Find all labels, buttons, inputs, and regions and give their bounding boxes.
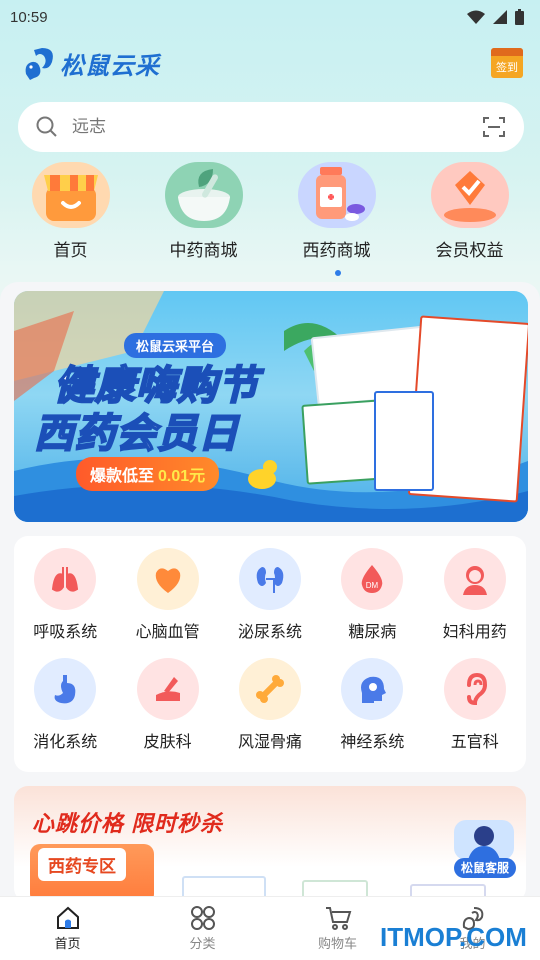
- system-dermatology[interactable]: 皮肤科: [116, 658, 218, 768]
- scan-icon[interactable]: [482, 115, 506, 139]
- system-label: 消化系统: [33, 734, 98, 751]
- grid-icon: [190, 906, 215, 930]
- search-bar[interactable]: [18, 102, 524, 152]
- agent-icon: [454, 820, 514, 860]
- svg-text:DM: DM: [366, 581, 379, 590]
- system-label: 风湿骨痛: [237, 734, 302, 751]
- store-icon: [31, 162, 110, 228]
- skin-icon: [136, 658, 199, 720]
- system-grid: 呼吸系统 心脑血管 泌尿系统 DM 糖尿病 妇科用药 消化系统 皮肤科 风湿骨痛 …: [14, 536, 526, 772]
- status-icons: [467, 9, 524, 25]
- system-ent[interactable]: 五官科: [424, 658, 526, 768]
- ear-icon: [443, 658, 506, 720]
- kidney-icon: [238, 548, 301, 610]
- stomach-icon: [34, 658, 97, 720]
- banner-price-prefix: 爆款低至: [90, 468, 155, 485]
- signal-icon: [493, 10, 507, 24]
- checkin-button[interactable]: 签到: [491, 48, 523, 78]
- system-label: 妇科用药: [442, 624, 507, 641]
- system-label: 皮肤科: [143, 734, 192, 751]
- system-label: 呼吸系统: [33, 624, 98, 641]
- home-icon: [56, 906, 79, 929]
- system-cardio[interactable]: 心脑血管: [116, 548, 218, 658]
- category-label: 中药商城: [169, 241, 238, 260]
- system-digestive[interactable]: 消化系统: [14, 658, 116, 768]
- western-zone-label: 西药专区: [38, 848, 126, 881]
- watermark: ITMOP.COM: [380, 922, 527, 952]
- category-home[interactable]: 首页: [6, 162, 136, 261]
- status-bar: 10:59: [0, 0, 540, 34]
- product-box: [374, 391, 434, 491]
- tab-label: 首页: [54, 936, 81, 951]
- search-icon: [36, 116, 57, 137]
- wifi-icon: [467, 10, 485, 24]
- system-diabetes[interactable]: DM 糖尿病: [321, 548, 423, 658]
- mortar-icon: [164, 162, 243, 228]
- system-label: 糖尿病: [348, 624, 397, 641]
- brain-head-icon: [341, 658, 404, 720]
- system-rheumatism[interactable]: 风湿骨痛: [219, 658, 321, 768]
- heart-icon: [136, 548, 199, 610]
- category-tcm[interactable]: 中药商城: [139, 162, 269, 261]
- system-nervous[interactable]: 神经系统: [321, 658, 423, 768]
- tab-label: 分类: [189, 936, 216, 951]
- system-label: 五官科: [450, 734, 499, 751]
- tab-home[interactable]: 首页: [0, 897, 135, 960]
- tab-category[interactable]: 分类: [135, 897, 270, 960]
- banner-price-value: 0.01元: [158, 468, 206, 485]
- category-western[interactable]: 西药商城: [272, 162, 402, 261]
- flash-sale-title: 心跳价格 限时秒杀: [32, 811, 224, 836]
- battery-icon: [515, 9, 524, 25]
- lungs-icon: [34, 548, 97, 610]
- cart-icon: [325, 907, 351, 930]
- member-badge-icon: [430, 162, 509, 228]
- system-urinary[interactable]: 泌尿系统: [219, 548, 321, 658]
- tab-label: 购物车: [317, 936, 357, 951]
- blood-drop-icon: DM: [341, 548, 404, 610]
- logo-text: 松鼠云采: [60, 52, 160, 80]
- flash-sale-section: 心跳价格 限时秒杀 西药专区: [14, 786, 526, 902]
- promo-banner[interactable]: 松鼠云采平台 健康嗨购节 西药会员日 爆款低至 0.01元: [14, 291, 528, 522]
- search-input[interactable]: [72, 117, 482, 137]
- customer-service-label: 松鼠客服: [454, 858, 516, 878]
- app-logo: 松鼠云采: [22, 44, 160, 82]
- woman-icon: [443, 548, 506, 610]
- system-gynecology[interactable]: 妇科用药: [424, 548, 526, 658]
- squirrel-icon: [25, 48, 53, 80]
- system-label: 神经系统: [340, 734, 405, 751]
- category-row: 首页 中药商城 西药商城 会员权益: [0, 162, 540, 261]
- page-indicator: [335, 270, 341, 276]
- status-time: 10:59: [10, 8, 48, 26]
- category-member[interactable]: 会员权益: [405, 162, 535, 261]
- category-label: 首页: [53, 241, 88, 260]
- banner-price: 爆款低至 0.01元: [76, 457, 220, 491]
- bone-icon: [238, 658, 301, 720]
- category-label: 会员权益: [435, 241, 504, 260]
- system-respiratory[interactable]: 呼吸系统: [14, 548, 116, 658]
- banner-title-2: 西药会员日: [33, 411, 239, 457]
- medicine-bottle-icon: [297, 162, 376, 228]
- system-label: 心脑血管: [135, 624, 200, 641]
- system-label: 泌尿系统: [237, 624, 302, 641]
- checkin-label: 签到: [496, 62, 518, 74]
- category-label: 西药商城: [302, 241, 371, 260]
